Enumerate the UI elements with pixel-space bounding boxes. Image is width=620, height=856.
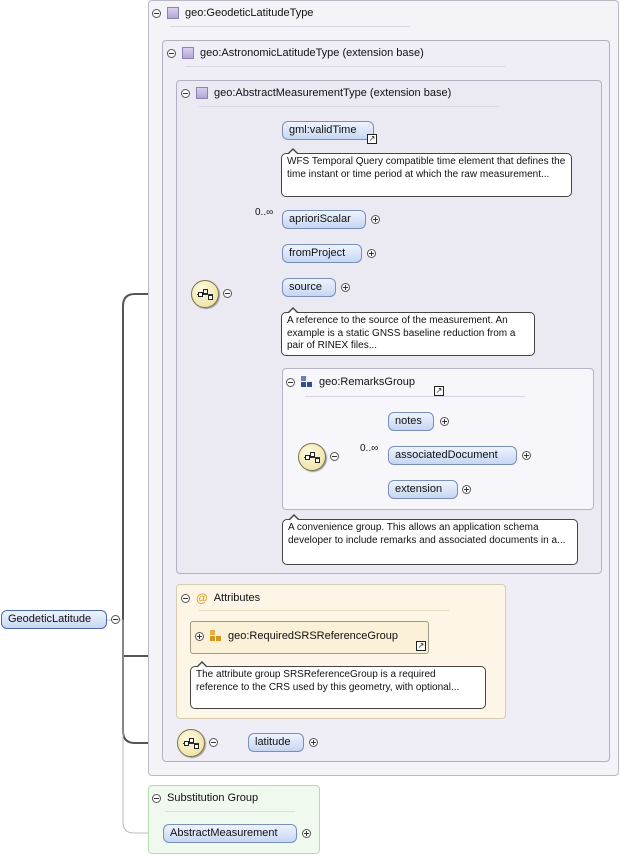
link-arrow-icon[interactable]: ↗ [434,386,444,396]
type-icon [182,47,194,59]
substitution-group-header: Substitution Group [152,792,258,804]
divider [170,26,410,27]
astronomic-header: geo:AstronomicLatitudeType (extension ba… [167,47,424,59]
associated-document-element[interactable]: associatedDocument [388,446,517,465]
remarks-group-header: geo:RemarksGroup [286,376,415,388]
type-icon [167,7,179,19]
expand-icon[interactable] [522,451,531,460]
valid-time-annotation: WFS Temporal Query compatible time eleme… [281,148,572,197]
divider [185,66,505,67]
geodetic-latitude-element[interactable]: GeodeticLatitude [1,610,107,629]
collapse-icon[interactable] [209,738,218,747]
expand-icon[interactable] [309,738,318,747]
apriori-scalar-element[interactable]: aprioriScalar [282,210,366,229]
sequence-compositor-icon[interactable] [177,729,205,757]
attribute-group-icon [210,630,222,642]
latitude-element[interactable]: latitude [248,733,304,752]
link-arrow-icon[interactable]: ↗ [416,641,426,651]
source-annotation: A reference to the source of the measure… [281,307,535,356]
divider [165,811,295,812]
link-arrow-icon[interactable]: ↗ [367,134,377,144]
source-element[interactable]: source [282,278,336,297]
abstract-title: geo:AbstractMeasurementType (extension b… [214,87,452,99]
expand-icon[interactable] [462,485,471,494]
collapse-icon[interactable] [286,377,295,387]
collapse-icon[interactable] [223,289,232,298]
from-project-element[interactable]: fromProject [282,244,362,263]
remarks-group-title: geo:RemarksGroup [319,376,415,388]
expand-icon[interactable] [367,249,376,258]
group-icon [301,376,313,388]
abstract-measurement-element[interactable]: AbstractMeasurement [163,824,297,843]
attribute-at-icon: @ [196,591,208,605]
sequence-compositor-icon[interactable] [298,443,326,471]
collapse-icon[interactable] [111,615,120,624]
valid-time-element[interactable]: gml:validTime [282,121,374,140]
sequence-compositor-icon[interactable] [191,280,219,308]
attributes-title: Attributes [213,592,261,604]
apriori-scalar-multiplicity: 0..∞ [255,207,274,218]
collapse-icon[interactable] [152,793,161,803]
divider [199,106,499,107]
expand-icon[interactable] [440,417,449,426]
collapse-icon[interactable] [152,8,161,18]
divider [305,396,525,397]
expand-icon[interactable] [371,215,380,224]
collapse-icon[interactable] [167,48,176,58]
divider [199,610,449,611]
astronomic-title: geo:AstronomicLatitudeType (extension ba… [200,47,424,59]
collapse-icon[interactable] [181,593,190,603]
associated-document-multiplicity: 0..∞ [360,443,379,454]
abstract-header: geo:AbstractMeasurementType (extension b… [181,87,451,99]
type-icon [196,87,208,99]
attributes-annotation: The attribute group SRSReferenceGroup is… [190,661,486,709]
type-header: geo:GeodeticLatitudeType [152,7,313,19]
expand-icon[interactable] [302,829,311,838]
attributes-header: @ Attributes [181,591,260,605]
substitution-group-title: Substitution Group [167,792,259,804]
required-srs-group-header: geo:RequiredSRSReferenceGroup [195,630,398,642]
expand-icon[interactable] [341,283,350,292]
collapse-icon[interactable] [181,88,190,98]
extension-element[interactable]: extension [388,480,458,499]
expand-icon[interactable] [195,631,204,641]
remarks-group-annotation: A convenience group. This allows an appl… [282,514,578,565]
required-srs-group-label: geo:RequiredSRSReferenceGroup [228,630,398,642]
collapse-icon[interactable] [330,452,339,461]
notes-element[interactable]: notes [388,412,434,431]
type-title: geo:GeodeticLatitudeType [185,7,314,19]
